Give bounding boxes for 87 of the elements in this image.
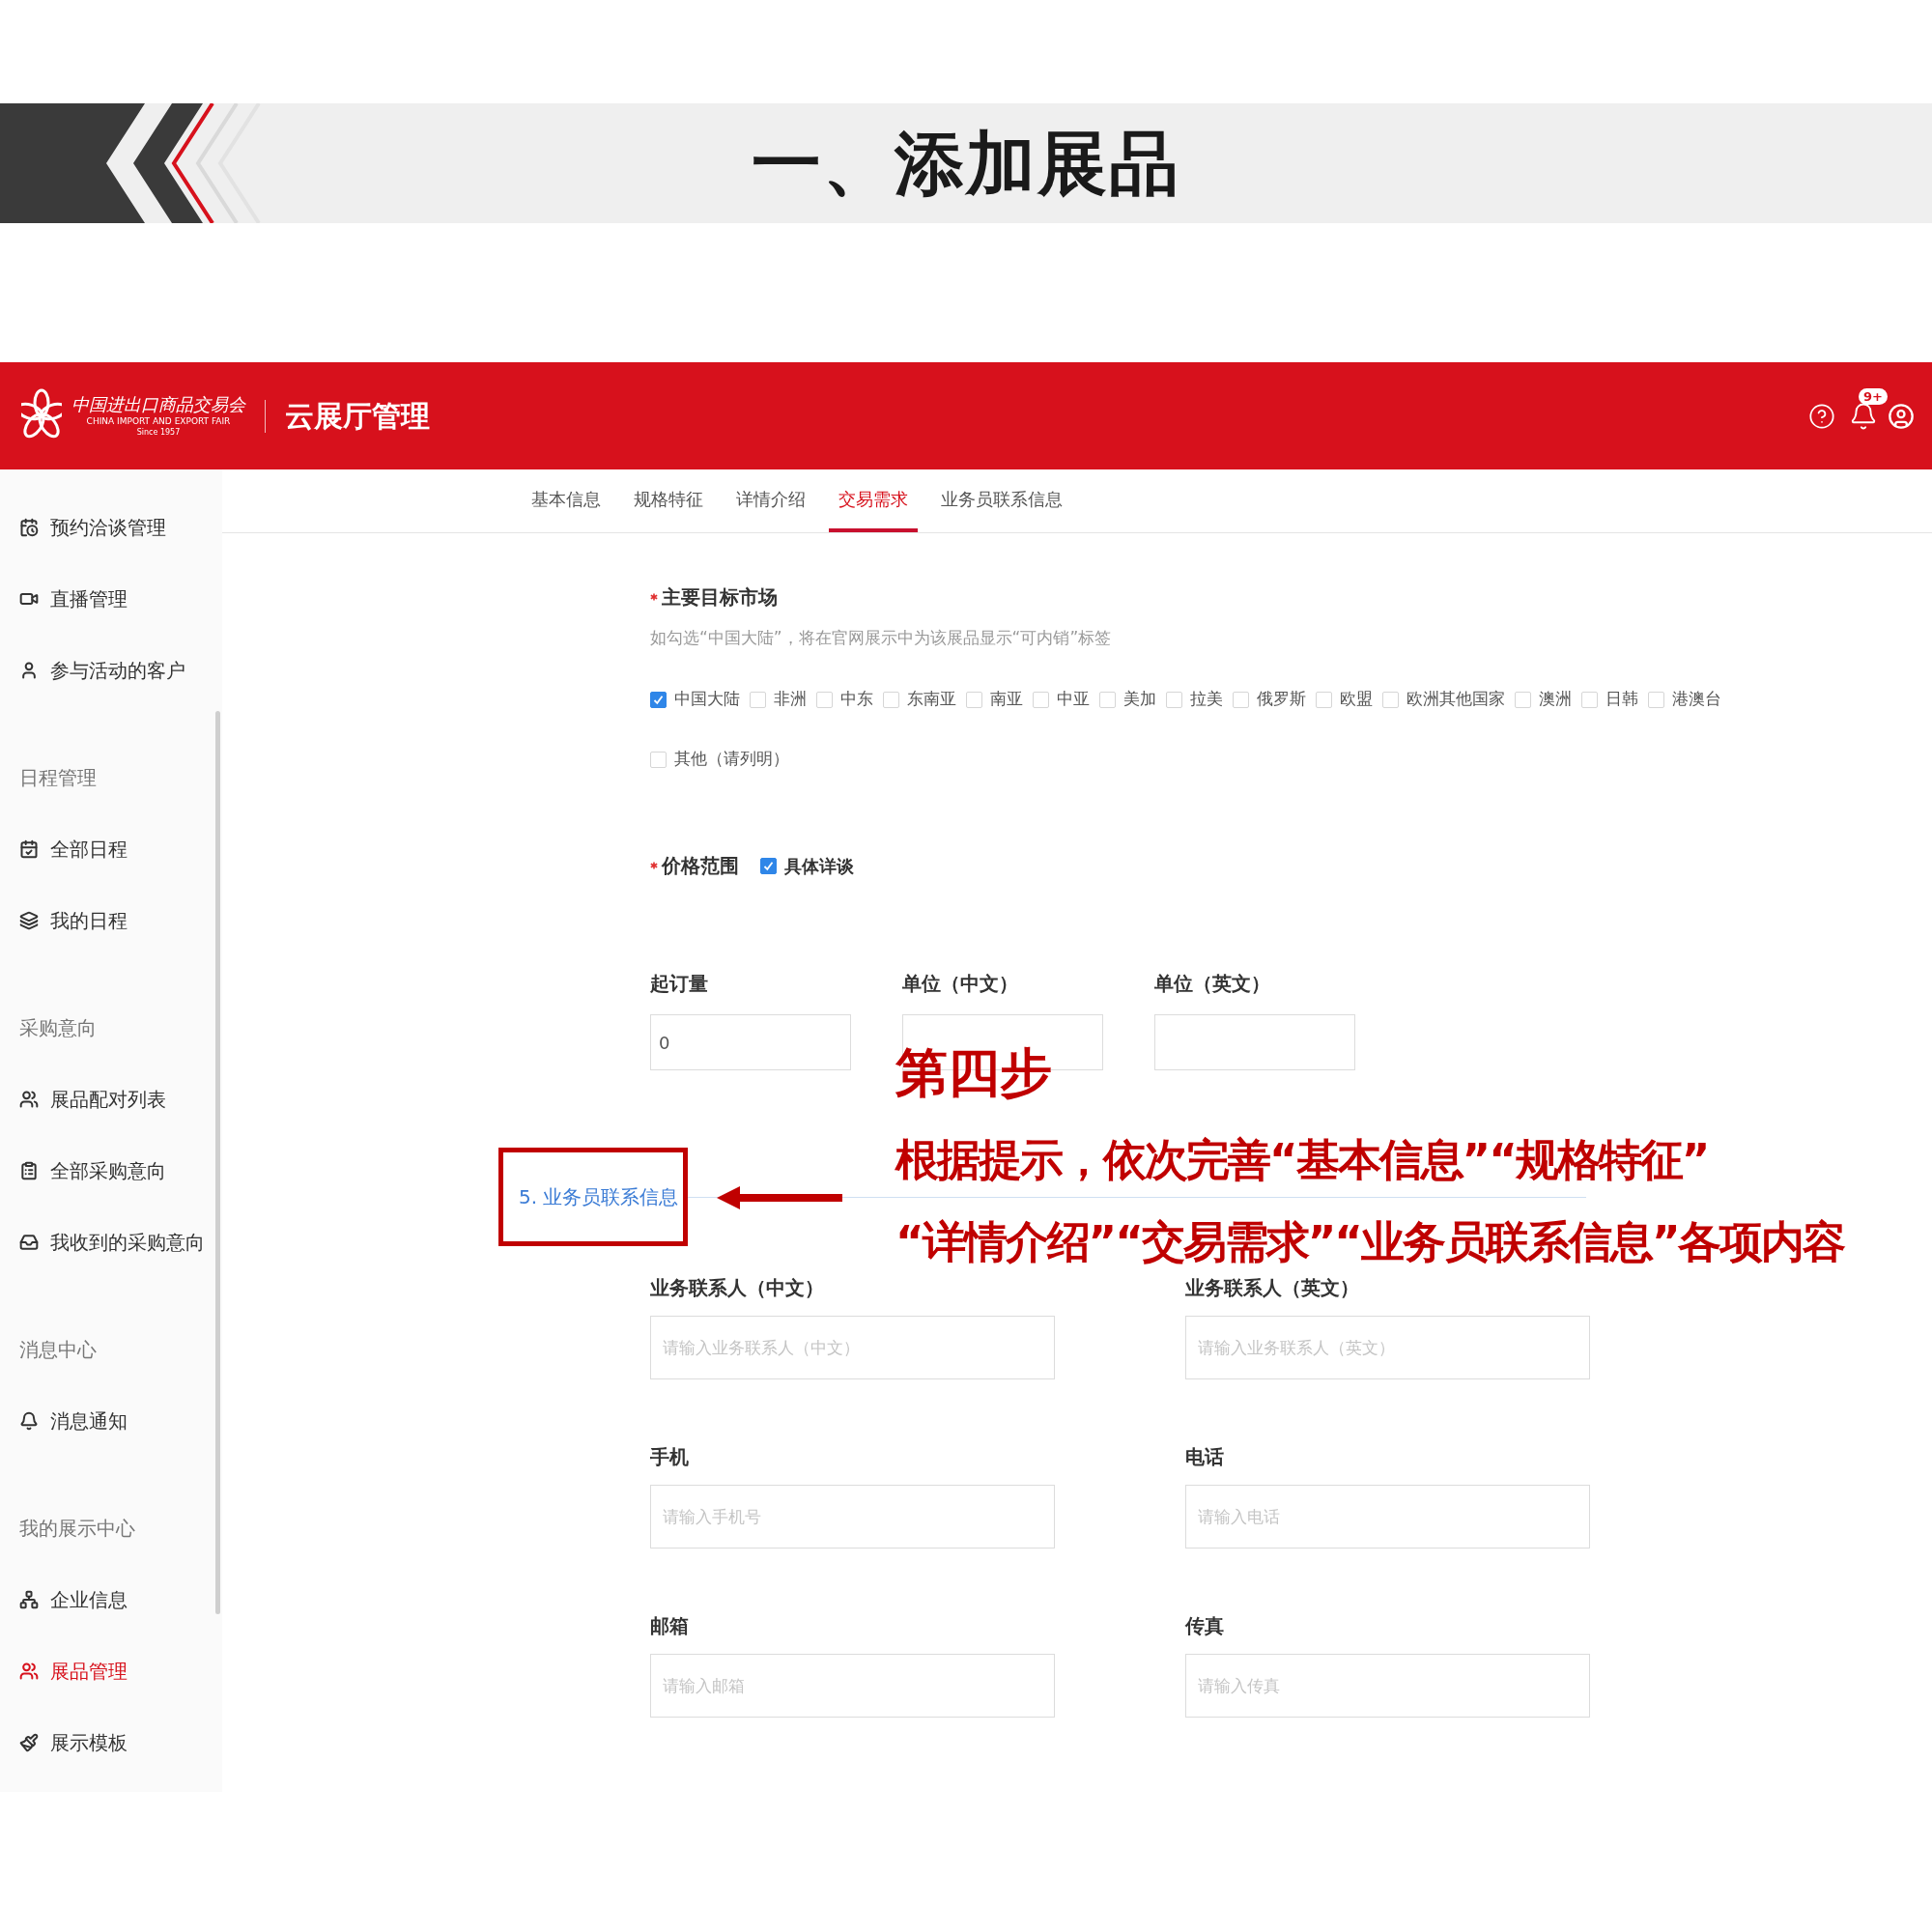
- slide-title: 一、添加展品: [752, 122, 1180, 206]
- sidebar-item[interactable]: 全部采购意向: [0, 1135, 222, 1207]
- input-field[interactable]: 请输入手机号: [650, 1485, 1055, 1548]
- field-label: 单位（中文）: [902, 971, 1019, 997]
- field-label: 传真: [1185, 1613, 1225, 1639]
- checkbox-label: 欧盟: [1340, 688, 1373, 711]
- sidebar-item[interactable]: 预约洽谈管理: [0, 492, 222, 563]
- logo-chinese-text: 中国进出口商品交易会: [71, 395, 245, 413]
- bell-icon: [19, 1411, 39, 1431]
- checkbox[interactable]: [650, 691, 667, 708]
- app-title: 云展厅管理: [285, 398, 430, 435]
- field-label: 业务联系人（中文）: [650, 1275, 825, 1301]
- sidebar-item[interactable]: 展示模板: [0, 1707, 222, 1778]
- field-hint: 如勾选“中国大陆”，将在官网展示中为该展品显示“可内销”标签: [650, 627, 1112, 650]
- field-label: 单位（英文）: [1154, 971, 1271, 997]
- field-label: 主要目标市场: [662, 584, 778, 611]
- paintbrush-icon: [19, 1733, 39, 1752]
- sidebar-item[interactable]: 参与活动的客户: [0, 635, 222, 706]
- sidebar-section-heading: 日程管理: [19, 765, 97, 791]
- checkbox-label: 港澳台: [1672, 688, 1721, 711]
- sidebar-item[interactable]: 展品配对列表: [0, 1064, 222, 1135]
- sidebar-section-heading: 采购意向: [19, 1015, 97, 1041]
- checkbox-label: 中东: [840, 688, 873, 711]
- input-field[interactable]: [1154, 1014, 1355, 1070]
- sidebar-item[interactable]: 企业信息: [0, 1564, 222, 1635]
- checkbox-label: 其他（请列明）: [674, 748, 789, 771]
- help-icon[interactable]: [1808, 402, 1835, 430]
- input-field[interactable]: 请输入电话: [1185, 1485, 1590, 1548]
- sidebar-item[interactable]: 我收到的采购意向: [0, 1207, 222, 1278]
- checkbox[interactable]: [760, 857, 777, 874]
- sidebar-section-heading: 我的展示中心: [19, 1516, 135, 1542]
- org-chart-icon: [19, 1590, 39, 1609]
- logo-since-text: Since 1957: [136, 428, 181, 437]
- layers-icon: [19, 911, 39, 930]
- inbox-icon: [19, 1233, 39, 1252]
- notification-bell-icon[interactable]: [1849, 401, 1878, 431]
- checkbox-label: 拉美: [1190, 688, 1223, 711]
- required-asterisk-icon: [650, 593, 658, 601]
- check-icon: [653, 694, 664, 705]
- notification-badge: 9+: [1859, 387, 1888, 405]
- required-asterisk-icon: [650, 862, 658, 869]
- tab[interactable]: 规格特征: [624, 469, 713, 532]
- checkbox-label: 南亚: [990, 688, 1023, 711]
- checkbox-label: 具体详谈: [784, 854, 854, 878]
- calendar-icon: [19, 518, 39, 537]
- checkbox-label: 中国大陆: [674, 688, 740, 711]
- field-label: 电话: [1185, 1444, 1225, 1470]
- user-avatar-icon[interactable]: [1888, 402, 1915, 430]
- field-label: 手机: [650, 1444, 690, 1470]
- annotation-text: “详情介绍”“交易需求”“业务员联系信息”各项内容: [895, 1220, 1845, 1264]
- input-field[interactable]: 请输入邮箱: [650, 1654, 1055, 1718]
- checkbox-label: 东南亚: [907, 688, 956, 711]
- sidebar-item[interactable]: 直播管理: [0, 563, 222, 635]
- user-icon: [19, 661, 39, 680]
- sidebar-item[interactable]: 全部日程: [0, 813, 222, 885]
- input-field[interactable]: 0: [650, 1014, 851, 1070]
- annotation-text: 根据提示，依次完善“基本信息”“规格特征”: [895, 1138, 1709, 1181]
- input-field[interactable]: 请输入传真: [1185, 1654, 1590, 1718]
- tab[interactable]: 业务员联系信息: [931, 469, 1072, 532]
- checkbox-label: 美加: [1123, 688, 1156, 711]
- sidebar-item[interactable]: 消息通知: [0, 1385, 222, 1457]
- annotation-step: 第四步: [895, 1047, 1052, 1099]
- sidebar-section-heading: 消息中心: [19, 1337, 97, 1363]
- sidebar-item[interactable]: 我的日程: [0, 885, 222, 956]
- checkbox-label: 欧洲其他国家: [1406, 688, 1505, 711]
- checkbox-label: 澳洲: [1539, 688, 1572, 711]
- checkbox-label: 非洲: [774, 688, 807, 711]
- clipboard-icon: [19, 1161, 39, 1180]
- sidebar-item[interactable]: 展品管理: [0, 1635, 222, 1707]
- users-icon: [19, 1662, 39, 1681]
- tab[interactable]: 交易需求: [829, 469, 918, 532]
- checkbox-label: 俄罗斯: [1257, 688, 1306, 711]
- input-field[interactable]: 请输入业务联系人（中文）: [650, 1316, 1055, 1379]
- checkbox-label: 日韩: [1605, 688, 1638, 711]
- field-label: 业务联系人（英文）: [1185, 1275, 1360, 1301]
- input-field[interactable]: 请输入业务联系人（英文）: [1185, 1316, 1590, 1379]
- section-title: 5. 业务员联系信息: [519, 1184, 679, 1210]
- checkbox-label: 中亚: [1057, 688, 1090, 711]
- users-icon: [19, 1090, 39, 1109]
- field-label: 价格范围: [662, 853, 739, 879]
- field-label: 邮箱: [650, 1613, 690, 1639]
- tab[interactable]: 详情介绍: [726, 469, 815, 532]
- logo-english-text: CHINA IMPORT AND EXPORT FAIR: [86, 416, 231, 426]
- calendar-check-icon: [19, 839, 39, 859]
- check-icon: [763, 860, 774, 871]
- field-label: 起订量: [650, 971, 709, 997]
- tab[interactable]: 基本信息: [522, 469, 611, 532]
